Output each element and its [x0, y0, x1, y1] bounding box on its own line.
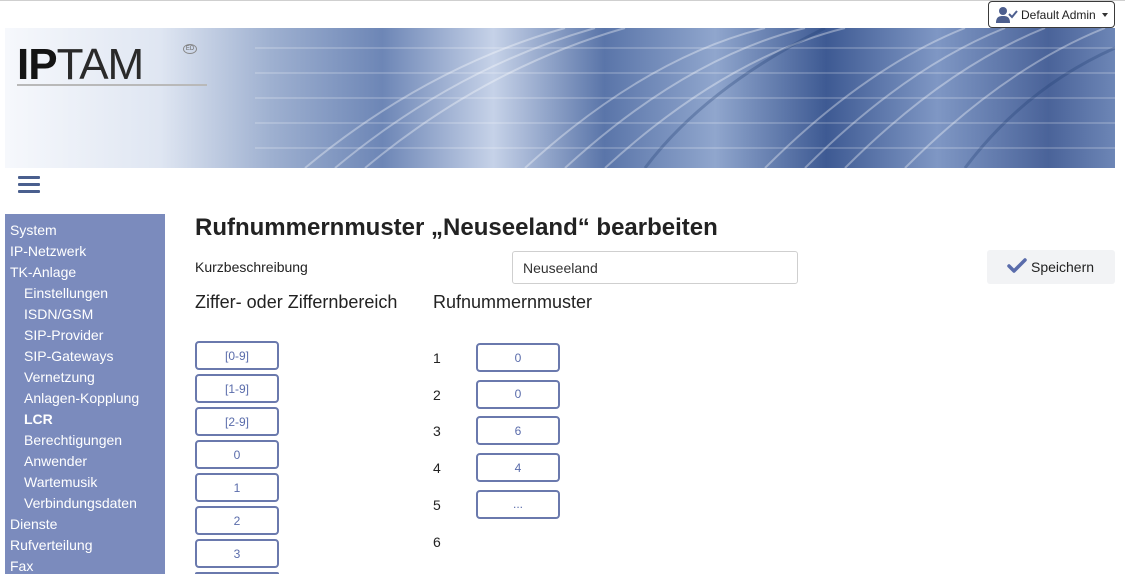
banner-grid-image	[255, 28, 1115, 168]
logo-underline	[17, 84, 207, 86]
sidebar-item-system[interactable]: System	[5, 220, 165, 241]
pattern-digit-button[interactable]: 4	[476, 453, 560, 483]
sidebar-item-anlagen-kopplung[interactable]: Anlagen-Kopplung	[5, 388, 165, 409]
iptam-logo: IPTAM	[17, 40, 144, 89]
sidebar-item-dienste[interactable]: Dienste	[5, 514, 165, 535]
sidebar-item-berechtigungen[interactable]: Berechtigungen	[5, 430, 165, 451]
digit-button[interactable]: 0	[195, 440, 279, 469]
sidebar-item-isdn-gsm[interactable]: ISDN/GSM	[5, 304, 165, 325]
sidebar-item-sip-gateways[interactable]: SIP-Gateways	[5, 346, 165, 367]
description-input[interactable]	[512, 251, 798, 284]
digit-button[interactable]: [2-9]	[195, 407, 279, 436]
logo-registered-mark: ED	[183, 44, 197, 54]
sidebar-item-verbindungsdaten[interactable]: Verbindungsdaten	[5, 493, 165, 514]
pattern-position-number: 5	[433, 496, 441, 513]
pattern-digit-button[interactable]: 0	[476, 379, 560, 409]
page-title: Rufnummernmuster „Neuseeland“ bearbeiten	[195, 214, 718, 241]
sidebar-item-anwender[interactable]: Anwender	[5, 451, 165, 472]
caret-down-icon	[1101, 12, 1108, 17]
sidebar-item-lcr[interactable]: LCR	[5, 409, 165, 430]
digit-button[interactable]: 3	[195, 539, 279, 568]
sidebar-item-fax[interactable]: Fax	[5, 556, 165, 574]
user-menu-button[interactable]: Default Admin	[988, 1, 1115, 28]
digit-button[interactable]: 1	[195, 473, 279, 502]
digit-button[interactable]: 2	[195, 506, 279, 535]
pattern-digit-button[interactable]: ...	[476, 489, 560, 519]
pattern-position-number: 4	[433, 460, 441, 477]
pattern-position-number: 2	[433, 386, 441, 403]
digit-button[interactable]: [0-9]	[195, 341, 279, 370]
sidebar-item-wartemusik[interactable]: Wartemusik	[5, 472, 165, 493]
pattern-position-number: 1	[433, 350, 441, 366]
digits-heading: Ziffer- oder Ziffernbereich	[195, 292, 398, 312]
pattern-position-number: 6	[433, 533, 441, 550]
sidebar-nav: System IP-Netzwerk TK-Anlage Einstellungen I…	[5, 214, 165, 574]
sidebar-item-einstellungen[interactable]: Einstellungen	[5, 283, 165, 304]
hamburger-menu-icon[interactable]	[18, 176, 40, 194]
header-banner: IPTAM ED	[5, 28, 1115, 168]
sidebar-item-ip-netzwerk[interactable]: IP-Netzwerk	[5, 241, 165, 262]
top-divider	[0, 0, 1125, 1]
pattern-heading: Rufnummernmuster	[433, 292, 593, 312]
pattern-digit-button[interactable]: 6	[476, 416, 560, 446]
user-check-icon	[996, 6, 1018, 24]
pattern-digit-button[interactable]: 0	[476, 343, 560, 372]
user-menu-label: Default Admin	[1021, 7, 1096, 22]
sidebar-item-vernetzung[interactable]: Vernetzung	[5, 367, 165, 388]
save-button[interactable]: Speichern	[987, 250, 1115, 284]
pattern-position-number: 3	[433, 423, 441, 440]
save-button-label: Speichern	[1031, 259, 1095, 275]
digit-button[interactable]: [1-9]	[195, 374, 279, 403]
checkmark-icon	[1007, 257, 1027, 277]
description-label: Kurzbeschreibung	[195, 259, 308, 275]
sidebar-item-sip-provider[interactable]: SIP-Provider	[5, 325, 165, 346]
sidebar-item-tk-anlage[interactable]: TK-Anlage	[5, 262, 165, 283]
sidebar-item-rufverteilung[interactable]: Rufverteilung	[5, 535, 165, 556]
